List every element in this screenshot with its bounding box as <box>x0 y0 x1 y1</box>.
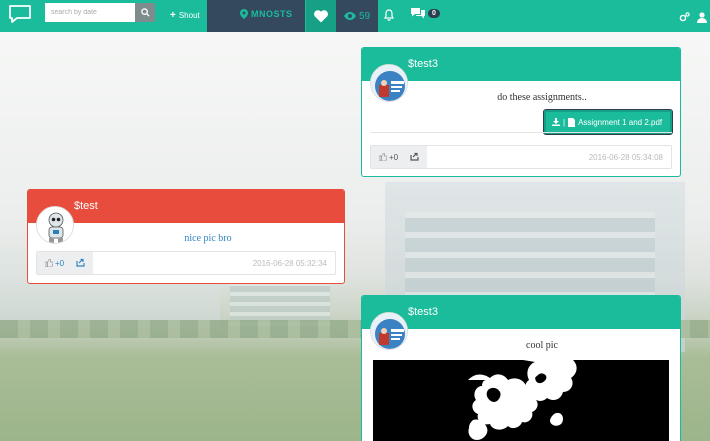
messages-button[interactable]: 0 <box>410 7 440 20</box>
divider <box>370 132 672 133</box>
post-username[interactable]: $test <box>74 200 98 212</box>
post-card: $test nice pic bro +0 2016-06-28 05:32:3… <box>27 189 345 284</box>
avatar[interactable] <box>36 206 74 244</box>
top-navbar: + Shout MNOSTS 59 0 <box>0 0 710 32</box>
avatar[interactable] <box>370 312 408 350</box>
post-image[interactable] <box>373 360 669 441</box>
like-count: +0 <box>55 258 65 268</box>
logo-text: MNOSTS <box>251 9 293 19</box>
shout-button[interactable]: + Shout <box>170 10 200 21</box>
chat-icon[interactable] <box>8 5 32 23</box>
bell-icon[interactable] <box>384 8 394 26</box>
like-count: +0 <box>389 152 399 162</box>
search-input[interactable] <box>45 3 135 22</box>
shout-label: Shout <box>178 11 200 20</box>
views-counter[interactable]: 59 <box>336 0 378 32</box>
plus-icon: + <box>170 10 176 21</box>
separator: | <box>563 117 566 127</box>
post-card: $test3 cool pic <box>361 295 681 441</box>
user-icon[interactable] <box>697 10 707 28</box>
post-username[interactable]: $test3 <box>408 306 438 318</box>
view-count: 59 <box>358 10 371 22</box>
share-icon[interactable] <box>410 152 419 163</box>
share-icon[interactable] <box>76 258 85 269</box>
post-header: $test3 <box>362 296 680 329</box>
like-button[interactable]: +0 <box>379 153 398 162</box>
post-text: nice pic bro <box>184 233 232 244</box>
likes-button[interactable] <box>306 0 336 32</box>
settings-icon[interactable] <box>679 10 690 28</box>
eye-icon <box>343 12 356 20</box>
post-username[interactable]: $test3 <box>408 58 438 70</box>
post-timestamp: 2016-06-28 05:32:34 <box>252 258 327 268</box>
post-actions: +0 <box>371 146 428 168</box>
post-header: $test <box>28 190 344 223</box>
attachment-download-button[interactable]: | Assignment 1 and 2.pdf <box>543 109 673 135</box>
avatar[interactable] <box>370 64 408 102</box>
post-card: $test3 do these assignments.. | Assignme… <box>361 47 681 177</box>
search-icon <box>140 8 150 17</box>
map-pin-icon <box>240 9 248 19</box>
like-button[interactable]: +0 <box>45 259 64 268</box>
file-icon <box>568 117 576 127</box>
post-meta-bar: +0 2016-06-28 05:34:08 <box>370 145 672 169</box>
logo[interactable]: MNOSTS <box>240 9 293 19</box>
post-timestamp: 2016-06-28 05:34:08 <box>588 152 663 162</box>
post-text: do these assignments.. <box>497 92 587 103</box>
search-button[interactable] <box>135 3 155 22</box>
attachment-filename: Assignment 1 and 2.pdf <box>578 117 663 127</box>
post-meta-bar: +0 2016-06-28 05:32:34 <box>36 251 336 275</box>
thumbs-up-icon <box>45 259 53 267</box>
post-actions: +0 <box>37 252 94 274</box>
message-count-badge: 0 <box>428 9 440 18</box>
comments-icon <box>411 8 425 19</box>
thumbs-up-icon <box>379 153 387 161</box>
heart-icon <box>314 9 328 22</box>
post-text: cool pic <box>526 340 558 351</box>
search-box <box>45 3 155 22</box>
download-icon <box>552 118 560 126</box>
post-header: $test3 <box>362 48 680 81</box>
